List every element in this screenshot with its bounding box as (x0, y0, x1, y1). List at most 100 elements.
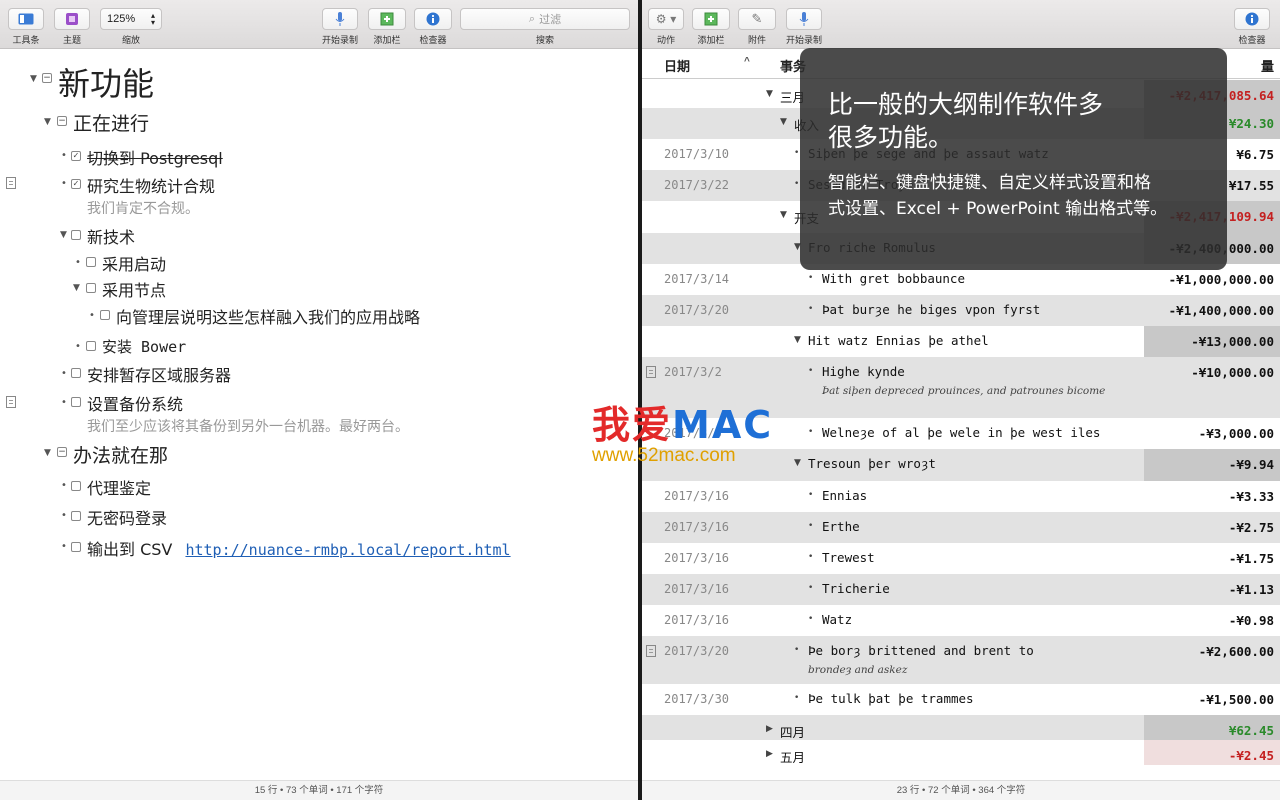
zoom-control[interactable]: 125% ▴ ▾ 缩放 (100, 8, 162, 46)
date-cell[interactable]: 2017/3/2 (664, 365, 722, 379)
event-cell[interactable]: Hit watz Ennias þe athel (808, 333, 989, 348)
event-cell[interactable]: Welneȝe of al þe wele in þe west iles (822, 425, 1100, 440)
outline-item[interactable]: 采用节点 (102, 277, 166, 301)
amount-cell[interactable]: -¥9.94 (1144, 449, 1280, 481)
amount-cell[interactable]: -¥2.45 (1144, 740, 1280, 765)
date-cell[interactable]: 2017/3/16 (664, 551, 729, 565)
checkbox[interactable] (86, 257, 96, 267)
event-cell[interactable]: Ennias (822, 488, 867, 503)
disclosure-triangle[interactable]: ▼ (44, 448, 51, 458)
note-icon[interactable] (6, 396, 16, 408)
disclosure-triangle[interactable]: ▼ (780, 210, 787, 220)
event-cell[interactable]: Þe borȝ brittened and brent to (808, 643, 1034, 658)
disclosure-triangle[interactable]: ▼ (794, 335, 801, 345)
checkbox[interactable] (71, 230, 81, 240)
done-checkbox[interactable]: ✓ (71, 179, 81, 189)
inspector-button-right[interactable]: 检查器 (1234, 8, 1270, 46)
record-button-right[interactable]: 开始录制 (786, 8, 822, 46)
event-cell[interactable]: Þe tulk þat þe trammes (808, 691, 974, 706)
date-column-header[interactable]: 日期 (664, 56, 690, 75)
event-cell[interactable]: Tricherie (822, 581, 890, 596)
checkbox[interactable] (71, 481, 81, 491)
disclosure-triangle[interactable]: ▶ (766, 724, 773, 734)
table-row[interactable]: 2017/3/16 • Tricherie -¥1.13 (642, 574, 1280, 605)
outline-title[interactable]: 新功能 (58, 59, 154, 105)
table-row[interactable]: ▶ 五月 -¥2.45 (642, 740, 1280, 765)
action-button[interactable]: ⚙ ▾ 动作 (648, 8, 684, 46)
date-cell[interactable]: 2017/3/16 (664, 582, 729, 596)
checkbox[interactable] (71, 368, 81, 378)
date-cell[interactable]: 2017/3/16 (664, 520, 729, 534)
disclosure-triangle[interactable]: ▼ (44, 117, 51, 127)
amount-cell[interactable]: -¥2,600.00 (1144, 636, 1280, 684)
disclosure-triangle[interactable]: ▼ (766, 89, 773, 99)
event-cell[interactable]: Tresoun þer wroȝt (808, 456, 936, 471)
date-cell[interactable]: 2017/3/14 (664, 272, 729, 286)
event-cell[interactable]: Erthe (822, 519, 860, 534)
outline-item[interactable]: 代理鉴定 (87, 475, 151, 499)
search-input[interactable]: ⌕ 过滤 (460, 8, 630, 30)
event-cell[interactable]: 四月 (780, 722, 805, 741)
note-icon[interactable] (6, 177, 16, 189)
done-checkbox[interactable]: ✓ (71, 151, 81, 161)
disclosure-triangle[interactable]: ▼ (30, 74, 37, 84)
event-cell[interactable]: Trewest (822, 550, 875, 565)
disclosure-triangle[interactable]: ▼ (73, 283, 80, 293)
checkbox[interactable] (100, 310, 110, 320)
amount-cell[interactable]: -¥10,000.00 (1144, 357, 1280, 418)
event-cell[interactable]: Watz (822, 612, 852, 627)
date-cell[interactable]: 2017/3/20 (664, 644, 729, 658)
sort-ascending-icon[interactable]: ^ (744, 56, 750, 67)
amount-cell[interactable]: -¥3.33 (1144, 481, 1280, 512)
sidebar-toggle[interactable]: 工具条 (8, 8, 44, 46)
table-row[interactable]: ▶ 四月 ¥62.45 (642, 715, 1280, 740)
date-cell[interactable]: 2017/3/20 (664, 303, 729, 317)
table-row[interactable]: 2017/3/20 • Þat burȝe he biges vpon fyrst -… (642, 295, 1280, 326)
report-link[interactable]: http://nuance-rmbp.local/report.html (185, 541, 510, 559)
disclosure-triangle[interactable]: ▼ (780, 117, 787, 127)
date-cell[interactable]: 2017/3/16 (664, 613, 729, 627)
amount-cell[interactable]: -¥3,000.00 (1144, 418, 1280, 449)
table-row[interactable]: 2017/3/16 • Erthe -¥2.75 (642, 512, 1280, 543)
theme-button[interactable]: 主题 (54, 8, 90, 46)
table-row[interactable]: 2017/3/16 • Trewest -¥1.75 (642, 543, 1280, 574)
amount-cell[interactable]: -¥1.13 (1144, 574, 1280, 605)
outline-item[interactable]: 输出到 CSV http://nuance-rmbp.local/report.… (87, 536, 511, 560)
table-row[interactable]: ▼ Hit watz Ennias þe athel -¥13,000.00 (642, 326, 1280, 357)
outline-item[interactable]: 切换到 Postgresql (87, 145, 223, 169)
event-cell[interactable]: Þat burȝe he biges vpon fyrst (822, 302, 1040, 317)
add-column-button[interactable]: 添加栏 (368, 8, 406, 46)
date-cell[interactable]: 2017/3/10 (664, 147, 729, 161)
collapse-checkbox[interactable]: − (57, 447, 67, 457)
attachment-button[interactable]: ✎ 附件 (738, 8, 776, 46)
amount-cell[interactable]: -¥2.75 (1144, 512, 1280, 543)
date-cell[interactable]: 2017/3/16 (664, 489, 729, 503)
record-button[interactable]: 开始录制 (322, 8, 358, 46)
table-row[interactable]: 2017/3/20 • Þe borȝ brittened and brent to… (642, 636, 1280, 684)
amount-cell[interactable]: -¥13,000.00 (1144, 326, 1280, 357)
collapse-checkbox[interactable]: − (42, 73, 52, 83)
note-icon[interactable] (646, 645, 656, 657)
outline-item[interactable]: 向管理层说明这些怎样融入我们的应用战略 (116, 304, 420, 328)
table-row[interactable]: 2017/3/16 • Watz -¥0.98 (642, 605, 1280, 636)
amount-cell[interactable]: -¥1.75 (1144, 543, 1280, 574)
amount-cell[interactable]: -¥1,400,000.00 (1144, 295, 1280, 326)
date-cell[interactable]: 2017/3/30 (664, 692, 729, 706)
outline-item[interactable]: 设置备份系统 (87, 391, 183, 415)
amount-cell[interactable]: -¥1,500.00 (1144, 684, 1280, 715)
outline-item[interactable]: 安装 Bower (102, 336, 186, 357)
collapse-checkbox[interactable]: − (57, 116, 67, 126)
event-cell[interactable]: 五月 (780, 747, 805, 766)
checkbox[interactable] (86, 283, 96, 293)
event-cell[interactable]: Highe kynde (822, 364, 905, 379)
event-cell[interactable]: With gret bobbaunce (822, 271, 965, 286)
outline-item[interactable]: 研究生物统计合规 (87, 173, 215, 197)
disclosure-triangle[interactable]: ▼ (794, 458, 801, 468)
section-heading[interactable]: 正在进行 (73, 109, 149, 136)
date-cell[interactable]: 2017/3/22 (664, 178, 729, 192)
table-row[interactable]: 2017/3/30 • Þe tulk þat þe trammes -¥1,500.… (642, 684, 1280, 715)
outline-item[interactable]: 无密码登录 (87, 505, 167, 529)
outline-item[interactable]: 新技术 (87, 224, 135, 248)
checkbox[interactable] (71, 511, 81, 521)
zoom-select[interactable]: 125% ▴ ▾ (100, 8, 162, 30)
